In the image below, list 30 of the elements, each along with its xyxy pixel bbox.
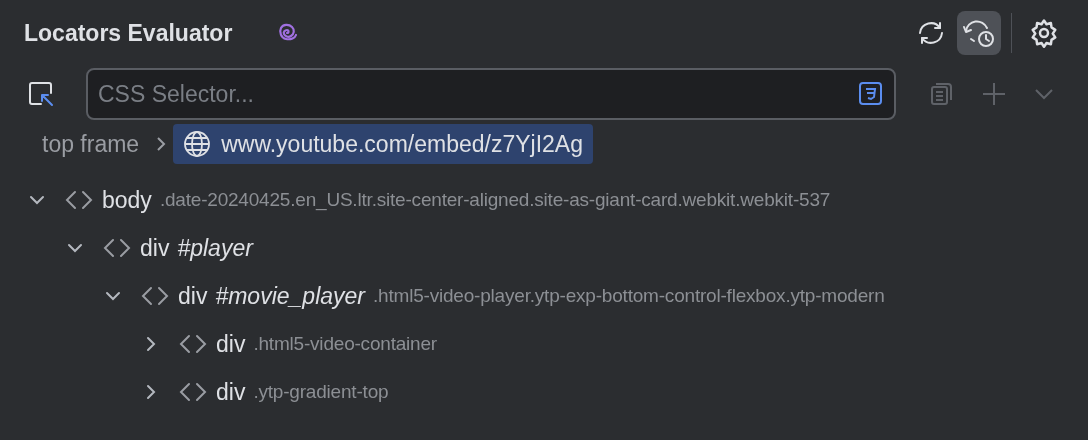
element-classes: .date-20240425.en_US.ltr.site-center-aligned.site-as-giant-card.webkit.webkit-537 <box>159 189 831 211</box>
plus-icon <box>981 81 1007 107</box>
settings-icon <box>1029 18 1059 48</box>
copy-icon <box>929 81 955 107</box>
element-tag: div <box>216 330 246 358</box>
code-brackets-icon <box>178 333 208 355</box>
css-language-icon[interactable] <box>858 81 884 107</box>
code-brackets-icon <box>178 381 208 403</box>
breadcrumb-item[interactable]: top frame <box>32 124 150 164</box>
element-classes: .ytp-gradient-top <box>253 381 389 403</box>
code-brackets-icon <box>64 189 94 211</box>
element-tag: div <box>140 234 170 262</box>
history-clock-icon <box>962 17 996 49</box>
breadcrumb-item[interactable]: www.youtube.com/embed/z7YjI2Ag <box>173 124 593 164</box>
element-classes: .html5-video-player.ytp-exp-bottom-control-flexbox.ytp-modern <box>373 285 885 307</box>
chevron-down-icon <box>1034 88 1054 100</box>
code-brackets-icon <box>102 237 132 259</box>
breadcrumb-chevron-icon <box>155 135 168 153</box>
element-classes: .html5-video-container <box>253 333 437 355</box>
element-tag: div <box>178 282 208 310</box>
css-selector-field[interactable]: CSS Selector... <box>86 68 896 120</box>
element-tag: body <box>102 186 152 214</box>
history-button[interactable] <box>957 11 1001 55</box>
code-brackets-icon <box>140 285 170 307</box>
element-id: #player <box>177 234 253 262</box>
element-tag: div <box>216 378 246 406</box>
panel-title: Locators Evaluator <box>24 19 233 47</box>
picker-arrow-icon <box>27 80 55 108</box>
element-id: #movie_player <box>215 282 365 310</box>
globe-icon <box>183 130 212 158</box>
